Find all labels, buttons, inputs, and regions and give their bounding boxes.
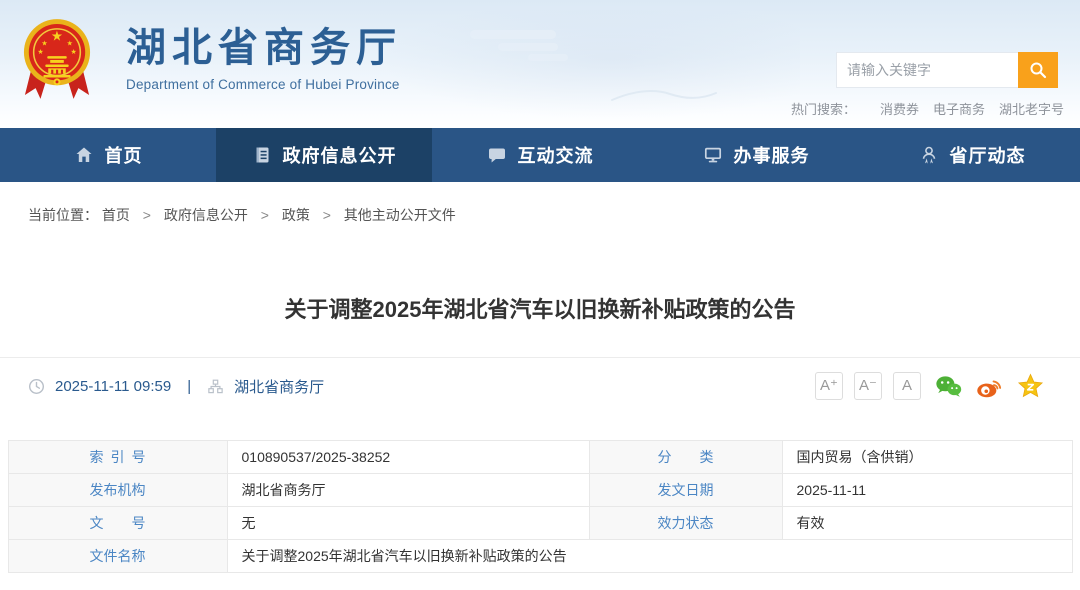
search-button[interactable] bbox=[1018, 52, 1058, 88]
hot-search-row: 热门搜索： 消费券 电子商务 湖北老字号 bbox=[791, 99, 1064, 118]
hot-search-item[interactable]: 电子商务 bbox=[933, 99, 985, 118]
weibo-share-icon[interactable] bbox=[976, 373, 1003, 400]
table-row: 文 号 无 效力状态 有效 bbox=[8, 507, 1072, 540]
wechat-share-icon[interactable] bbox=[935, 373, 962, 400]
breadcrumb-item[interactable]: 其他主动公开文件 bbox=[344, 207, 456, 223]
search-input[interactable] bbox=[836, 52, 1018, 88]
clock-icon bbox=[28, 378, 45, 395]
site-title: 湖北省商务厅 bbox=[126, 26, 402, 70]
breadcrumb: 当前位置： 首页 > 政府信息公开 > 政策 > 其他主动公开文件 bbox=[0, 182, 1080, 225]
nav-item-home[interactable]: 首页 bbox=[0, 128, 216, 182]
svg-text:★: ★ bbox=[70, 48, 76, 56]
article-meta-info: 2025-11-11 09:59 | 湖北省商务厅 bbox=[28, 376, 324, 397]
nav-item-label: 省厅动态 bbox=[950, 142, 1026, 168]
national-emblem-icon: ★ ★ ★ ★ ★ bbox=[22, 12, 92, 106]
breadcrumb-item[interactable]: 首页 bbox=[102, 207, 130, 223]
article-source: 湖北省商务厅 bbox=[234, 376, 324, 397]
field-value-index-number: 010890537/2025-38252 bbox=[227, 441, 589, 474]
nav-item-label: 办事服务 bbox=[734, 142, 810, 168]
field-label-category: 分 类 bbox=[589, 441, 782, 474]
qzone-share-icon[interactable] bbox=[1017, 373, 1044, 400]
field-value-doc-title: 关于调整2025年湖北省汽车以旧换新补贴政策的公告 bbox=[227, 540, 1072, 573]
organization-icon bbox=[207, 378, 224, 395]
document-icon bbox=[252, 145, 272, 165]
main-navigation: 首页 政府信息公开 互动交流 办事服务 省厅动态 bbox=[0, 128, 1080, 182]
chat-icon bbox=[487, 145, 507, 165]
breadcrumb-item[interactable]: 政策 bbox=[282, 207, 310, 223]
breadcrumb-separator: > bbox=[323, 207, 331, 223]
field-label-index-number: 索 引 号 bbox=[8, 441, 227, 474]
home-icon bbox=[74, 145, 94, 165]
site-header: ★ ★ ★ ★ ★ 湖北省商务厅 Department of Commerce … bbox=[0, 0, 1080, 128]
font-increase-button[interactable]: A⁺ bbox=[815, 372, 843, 400]
meta-separator: | bbox=[181, 378, 197, 395]
nav-item-gov-info[interactable]: 政府信息公开 bbox=[216, 128, 432, 182]
field-label-validity: 效力状态 bbox=[589, 507, 782, 540]
font-decrease-button[interactable]: A⁻ bbox=[854, 372, 882, 400]
search-bar bbox=[836, 52, 1058, 88]
svg-text:★: ★ bbox=[67, 39, 73, 47]
field-label-publisher: 发布机构 bbox=[8, 474, 227, 507]
field-label-doc-number: 文 号 bbox=[8, 507, 227, 540]
document-info-table: 索 引 号 010890537/2025-38252 分 类 国内贸易（含供销）… bbox=[8, 440, 1073, 573]
hot-search-label: 热门搜索： bbox=[791, 99, 856, 118]
cloud-scroll-decoration bbox=[610, 86, 720, 106]
table-row: 索 引 号 010890537/2025-38252 分 类 国内贸易（含供销） bbox=[8, 441, 1072, 474]
nav-item-label: 首页 bbox=[105, 142, 143, 168]
header-mist-decoration bbox=[380, 10, 800, 120]
table-row: 文件名称 关于调整2025年湖北省汽车以旧换新补贴政策的公告 bbox=[8, 540, 1072, 573]
breadcrumb-label: 当前位置： bbox=[28, 207, 98, 223]
breadcrumb-item[interactable]: 政府信息公开 bbox=[164, 207, 248, 223]
nav-item-services[interactable]: 办事服务 bbox=[648, 128, 864, 182]
person-badge-icon bbox=[919, 145, 939, 165]
field-label-issue-date: 发文日期 bbox=[589, 474, 782, 507]
svg-text:★: ★ bbox=[41, 39, 47, 47]
field-value-validity: 有效 bbox=[782, 507, 1072, 540]
nav-item-label: 政府信息公开 bbox=[283, 142, 397, 168]
search-icon bbox=[1029, 61, 1047, 79]
cloud-decoration bbox=[470, 30, 556, 39]
field-value-issue-date: 2025-11-11 bbox=[782, 474, 1072, 507]
article-meta-bar: 2025-11-11 09:59 | 湖北省商务厅 A⁺ A⁻ A bbox=[0, 357, 1080, 414]
article-tools: A⁺ A⁻ A bbox=[815, 372, 1044, 400]
site-subtitle: Department of Commerce of Hubei Province bbox=[126, 77, 402, 92]
cloud-decoration bbox=[528, 54, 568, 61]
field-value-doc-number: 无 bbox=[227, 507, 589, 540]
hot-search-item[interactable]: 湖北老字号 bbox=[999, 99, 1064, 118]
nav-item-department-news[interactable]: 省厅动态 bbox=[864, 128, 1080, 182]
site-brand[interactable]: ★ ★ ★ ★ ★ 湖北省商务厅 Department of Commerce … bbox=[22, 12, 402, 106]
page-title: 关于调整2025年湖北省汽车以旧换新补贴政策的公告 bbox=[0, 295, 1080, 325]
font-reset-button[interactable]: A bbox=[893, 372, 921, 400]
field-value-publisher: 湖北省商务厅 bbox=[227, 474, 589, 507]
nav-item-label: 互动交流 bbox=[518, 142, 594, 168]
breadcrumb-separator: > bbox=[143, 207, 151, 223]
hot-search-item[interactable]: 消费券 bbox=[880, 99, 919, 118]
field-value-category: 国内贸易（含供销） bbox=[782, 441, 1072, 474]
publish-datetime: 2025-11-11 09:59 bbox=[55, 378, 171, 395]
monitor-icon bbox=[703, 145, 723, 165]
cloud-decoration bbox=[498, 43, 558, 51]
svg-text:★: ★ bbox=[51, 29, 63, 44]
svg-text:★: ★ bbox=[37, 48, 43, 56]
breadcrumb-separator: > bbox=[261, 207, 269, 223]
nav-item-interaction[interactable]: 互动交流 bbox=[432, 128, 648, 182]
table-row: 发布机构 湖北省商务厅 发文日期 2025-11-11 bbox=[8, 474, 1072, 507]
field-label-doc-title: 文件名称 bbox=[8, 540, 227, 573]
